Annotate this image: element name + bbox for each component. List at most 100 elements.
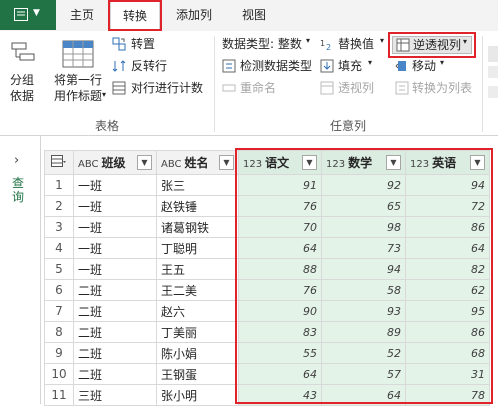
name-cell[interactable]: 张小明 — [156, 384, 239, 406]
score-columns-highlight — [235, 148, 493, 404]
text-type-icon[interactable]: ABC — [161, 159, 182, 170]
chevron-down-icon: ▾ — [306, 36, 311, 45]
name-cell[interactable]: 丁美丽 — [156, 321, 239, 343]
queries-label[interactable]: 查询 — [12, 176, 28, 204]
chevron-down-icon: ▾ — [380, 36, 385, 45]
row-number: 2 — [44, 195, 74, 217]
detect-type-label: 检测数据类型 — [240, 59, 313, 73]
name-cell[interactable]: 陈小娟 — [156, 342, 239, 364]
column-header-class[interactable]: ABC 班级 ▼ — [73, 150, 157, 175]
name-cell[interactable]: 王二美 — [156, 279, 239, 301]
chevron-down-icon: ▾ — [102, 90, 107, 99]
transpose-icon — [112, 37, 126, 51]
table-group-label: 表格 — [95, 119, 120, 133]
row-number: 1 — [44, 174, 74, 196]
count-rows-label: 对行进行计数 — [131, 81, 204, 95]
table-menu-corner[interactable] — [44, 150, 74, 175]
convert-to-list-button[interactable]: 转换为列表 — [392, 80, 482, 98]
column-filter-dropdown[interactable]: ▼ — [219, 155, 234, 170]
convert-list-icon — [395, 81, 409, 95]
fill-label: 填充 — [338, 59, 363, 73]
reverse-rows-label: 反转行 — [131, 59, 168, 73]
class-cell[interactable]: 二班 — [73, 321, 157, 343]
class-cell[interactable]: 二班 — [73, 342, 157, 364]
rename-icon — [222, 84, 236, 92]
class-cell[interactable]: 二班 — [73, 300, 157, 322]
detect-type-button[interactable]: 检测数据类型 — [220, 58, 320, 76]
detect-type-icon — [222, 59, 236, 73]
use-first-row-label: 将第一行 用作标题 — [54, 73, 103, 103]
group-separator — [482, 36, 483, 132]
move-button[interactable]: 移动 ▾ — [392, 58, 452, 76]
class-cell[interactable]: 一班 — [73, 195, 157, 217]
file-dropdown-arrow: ▼ — [33, 8, 40, 18]
use-first-row-button[interactable]: 将第一行 用作标题 ▾ — [50, 38, 110, 112]
row-number: 3 — [44, 216, 74, 238]
group-separator — [214, 36, 215, 132]
data-type-dropdown[interactable]: 数据类型: 整数 ▾ — [220, 36, 318, 54]
transpose-button[interactable]: 转置 — [112, 36, 222, 54]
name-cell[interactable]: 王五 — [156, 258, 239, 280]
rename-button[interactable]: 重命名 — [220, 80, 300, 98]
data-type-label: 数据类型: 整数 — [222, 37, 302, 51]
group-by-label: 分组 依据 — [10, 73, 35, 103]
text-type-icon[interactable]: ABC — [78, 159, 99, 170]
reverse-rows-icon — [112, 60, 126, 72]
chevron-down-icon: ▾ — [368, 58, 373, 67]
class-cell[interactable]: 一班 — [73, 258, 157, 280]
fill-down-icon — [320, 59, 334, 73]
name-cell[interactable]: 张三 — [156, 174, 239, 196]
count-rows-button[interactable]: 对行进行计数 — [112, 80, 222, 98]
unpivot-highlight — [388, 32, 476, 58]
svg-text:1: 1 — [320, 39, 325, 48]
name-cell[interactable]: 诸葛钢铁 — [156, 216, 239, 238]
column-filter-dropdown[interactable]: ▼ — [137, 155, 152, 170]
row-number: 7 — [44, 300, 74, 322]
tab-view[interactable]: 视图 — [228, 0, 280, 30]
column-name: 姓名 — [184, 156, 209, 170]
group-by-icon — [11, 42, 35, 61]
next-group-label — [488, 86, 498, 98]
table-corner-icon — [51, 155, 66, 167]
rename-label: 重命名 — [240, 81, 277, 95]
pivot-column-label: 透视列 — [338, 81, 375, 95]
column-header-name[interactable]: ABC 姓名 ▼ — [156, 150, 239, 175]
table-headers-icon — [62, 40, 94, 68]
class-cell[interactable]: 二班 — [73, 363, 157, 385]
file-icon — [14, 8, 28, 21]
pivot-column-icon — [320, 81, 334, 95]
move-label: 移动 — [412, 59, 437, 73]
name-cell[interactable]: 丁聪明 — [156, 237, 239, 259]
transform-tab-highlight — [108, 0, 162, 31]
replace-values-icon: 12 — [320, 39, 331, 51]
reverse-rows-button[interactable]: 反转行 — [112, 58, 222, 76]
name-cell[interactable]: 赵六 — [156, 300, 239, 322]
group-by-button[interactable]: 分组 依据 — [8, 40, 40, 112]
pivot-column-button[interactable]: 透视列 — [320, 80, 384, 98]
class-cell[interactable]: 一班 — [73, 237, 157, 259]
class-cell[interactable]: 三班 — [73, 384, 157, 406]
fill-button[interactable]: 填充 ▾ — [320, 58, 380, 76]
class-cell[interactable]: 一班 — [73, 174, 157, 196]
row-number: 11 — [44, 384, 74, 406]
row-number: 6 — [44, 279, 74, 301]
row-number: 9 — [44, 342, 74, 364]
replace-values-label: 替换值 — [338, 37, 375, 51]
next-group-label — [488, 66, 498, 78]
move-icon — [395, 61, 406, 71]
file-menu-button[interactable]: ▼ — [0, 0, 56, 30]
row-number: 10 — [44, 363, 74, 385]
tab-add-column[interactable]: 添加列 — [162, 0, 226, 30]
row-number: 8 — [44, 321, 74, 343]
class-cell[interactable]: 一班 — [73, 216, 157, 238]
name-cell[interactable]: 王钢蛋 — [156, 363, 239, 385]
class-cell[interactable]: 二班 — [73, 279, 157, 301]
tab-home[interactable]: 主页 — [56, 0, 108, 30]
next-group-icon — [488, 46, 498, 62]
row-number: 4 — [44, 237, 74, 259]
svg-text:2: 2 — [326, 43, 331, 51]
any-column-group-label: 任意列 — [330, 119, 367, 133]
name-cell[interactable]: 赵铁锤 — [156, 195, 239, 217]
replace-values-button[interactable]: 12 替换值 ▾ — [320, 36, 384, 54]
expand-pane-chevron-icon[interactable]: › — [14, 153, 19, 168]
